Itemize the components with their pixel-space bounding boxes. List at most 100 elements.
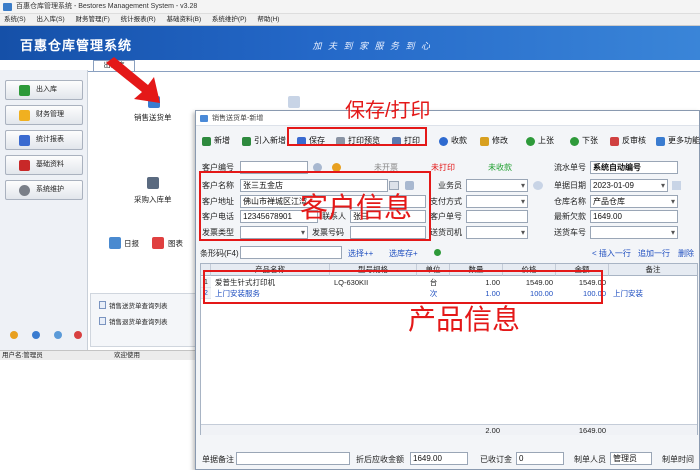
sales-query-list-link[interactable]: 销售送货单查询列表 [99, 300, 168, 310]
check-icon [19, 85, 30, 96]
nav-button-label: 财务管理 [36, 111, 64, 118]
cell-remark[interactable]: 上门安装 [613, 288, 695, 299]
app-icon [3, 3, 12, 11]
book-icon [19, 160, 30, 171]
red-arrow-annotation [106, 57, 160, 103]
arrow-down-icon [570, 137, 579, 146]
sales-order-label[interactable]: 销售送货单 [134, 112, 172, 123]
customer-no-input[interactable] [466, 210, 528, 223]
date-input[interactable]: 2023-01-09 [590, 179, 668, 192]
column-header[interactable]: 备注 [609, 264, 697, 276]
after-discount-label: 折后应收金额 [356, 455, 404, 464]
maker-input: 管理员 [610, 452, 652, 465]
totals-row: 2.00 1649.00 [201, 424, 697, 435]
plus-icon [202, 137, 211, 146]
print-status: 未打印 [431, 163, 455, 172]
vehicle-select[interactable] [590, 226, 678, 239]
purchase-order-icon[interactable] [147, 177, 159, 189]
vehicle-label: 送货车号 [554, 228, 586, 237]
nav-button-finance[interactable]: 财务管理 [5, 105, 83, 125]
deposit-input[interactable]: 0 [516, 452, 564, 465]
daily-report-icon[interactable] [109, 237, 121, 249]
customer-no-label: 客户单号 [430, 212, 462, 221]
nav-button-maintain[interactable]: 系统维护 [5, 180, 83, 200]
date-label: 单据日期 [554, 181, 586, 190]
plus-icon [242, 137, 251, 146]
append-row-link[interactable]: 追加一行 [638, 248, 670, 259]
search-icon[interactable] [54, 331, 62, 339]
serial-input[interactable]: 系统自动编号 [590, 161, 678, 174]
import-new-button[interactable]: 引入新增 [242, 134, 286, 148]
select-stock-link[interactable]: 选库存+ [389, 248, 418, 259]
make-time-label: 制单时间 [662, 455, 694, 464]
main-titlebar: 百惠仓库管理系统 - Bestores Management System - … [0, 0, 700, 14]
deposit-label: 已收订金 [480, 455, 512, 464]
barcode-input[interactable] [240, 246, 342, 259]
contact-icon[interactable] [533, 181, 543, 190]
main-menubar: 系统(S) 出入库(S) 财务管理(F) 统计报表(R) 基础资料(B) 系统维… [0, 14, 700, 26]
gear-icon [19, 185, 30, 196]
daily-report-label[interactable]: 日报 [124, 238, 139, 249]
refresh-icon[interactable] [434, 249, 441, 256]
delete-row-link[interactable]: 删除 [678, 248, 694, 259]
exit-icon[interactable] [74, 331, 82, 339]
driver-select[interactable] [466, 226, 528, 239]
calendar-icon[interactable] [672, 181, 681, 190]
purchase-order-label[interactable]: 采购入库单 [134, 194, 172, 205]
nav-button-base[interactable]: 基础资料 [5, 155, 83, 175]
chart-label[interactable]: 图表 [168, 238, 183, 249]
window-icon [200, 115, 208, 122]
warehouse-select[interactable]: 产品仓库 [590, 195, 678, 208]
banner-slogan: 加 夫 到 家 服 务 到 心 [312, 41, 432, 51]
report-icon [19, 135, 30, 146]
arrow-up-icon [526, 137, 535, 146]
lock-icon[interactable] [10, 331, 18, 339]
receive-button[interactable]: 收款 [439, 134, 467, 148]
doc-icon [99, 317, 106, 325]
new-button[interactable]: 新增 [202, 134, 230, 148]
chart-icon[interactable] [152, 237, 164, 249]
nav-button-report[interactable]: 统计报表 [5, 130, 83, 150]
salesman-label: 业务员 [438, 181, 462, 190]
select-add-link[interactable]: 选择++ [348, 248, 373, 259]
modify-button[interactable]: 修改 [480, 134, 508, 148]
doc-icon [288, 96, 300, 108]
more-button[interactable]: 更多功能 [656, 134, 700, 148]
remark-input[interactable] [236, 452, 350, 465]
barcode-label: 条形码(F4) [200, 249, 239, 258]
status-bar: 用户名:管理员 欢迎使用 [0, 350, 196, 360]
remark-label: 单据备注 [202, 455, 234, 464]
info-icon[interactable] [32, 331, 40, 339]
finance-icon [19, 110, 30, 121]
unapprove-button[interactable]: 反审核 [610, 134, 646, 148]
menu-maintain[interactable]: 系统维护(P) [212, 16, 247, 23]
nav-button-label: 出入库 [36, 86, 57, 93]
menu-stock[interactable]: 出入库(S) [36, 16, 64, 23]
return-query-list-link[interactable]: 销售退货单查询列表 [99, 316, 168, 326]
pay-method-select[interactable] [466, 195, 528, 208]
insert-row-link[interactable]: < 插入一行 [592, 248, 631, 259]
next-button[interactable]: 下张 [570, 134, 598, 148]
menu-system[interactable]: 系统(S) [4, 16, 26, 23]
dialog-title: 销售送货单-新增 [212, 115, 264, 122]
prev-button[interactable]: 上张 [526, 134, 554, 148]
menu-help[interactable]: 帮助(H) [257, 16, 279, 23]
grid-icon [656, 137, 665, 146]
main-title: 百惠仓库管理系统 - Bestores Management System - … [16, 3, 198, 10]
salesman-select[interactable] [466, 179, 528, 192]
menu-report[interactable]: 统计报表(R) [121, 16, 156, 23]
nav-button-stock[interactable]: 出入库 [5, 80, 83, 100]
debt-label: 最新欠款 [554, 212, 586, 221]
status-user: 用户名:管理员 [2, 352, 43, 359]
cell-remark[interactable] [613, 277, 695, 288]
total-qty: 2.00 [485, 426, 500, 435]
after-discount-input[interactable]: 1649.00 [410, 452, 468, 465]
maker-label: 制单人员 [574, 455, 606, 464]
menu-base[interactable]: 基础资料(B) [166, 16, 201, 23]
receive-status: 未收款 [488, 163, 512, 172]
doc-icon [99, 301, 106, 309]
driver-label: 送货司机 [430, 228, 462, 237]
edit-icon [480, 137, 489, 146]
menu-finance[interactable]: 财务管理(F) [75, 16, 109, 23]
debt-input: 1649.00 [590, 210, 678, 223]
